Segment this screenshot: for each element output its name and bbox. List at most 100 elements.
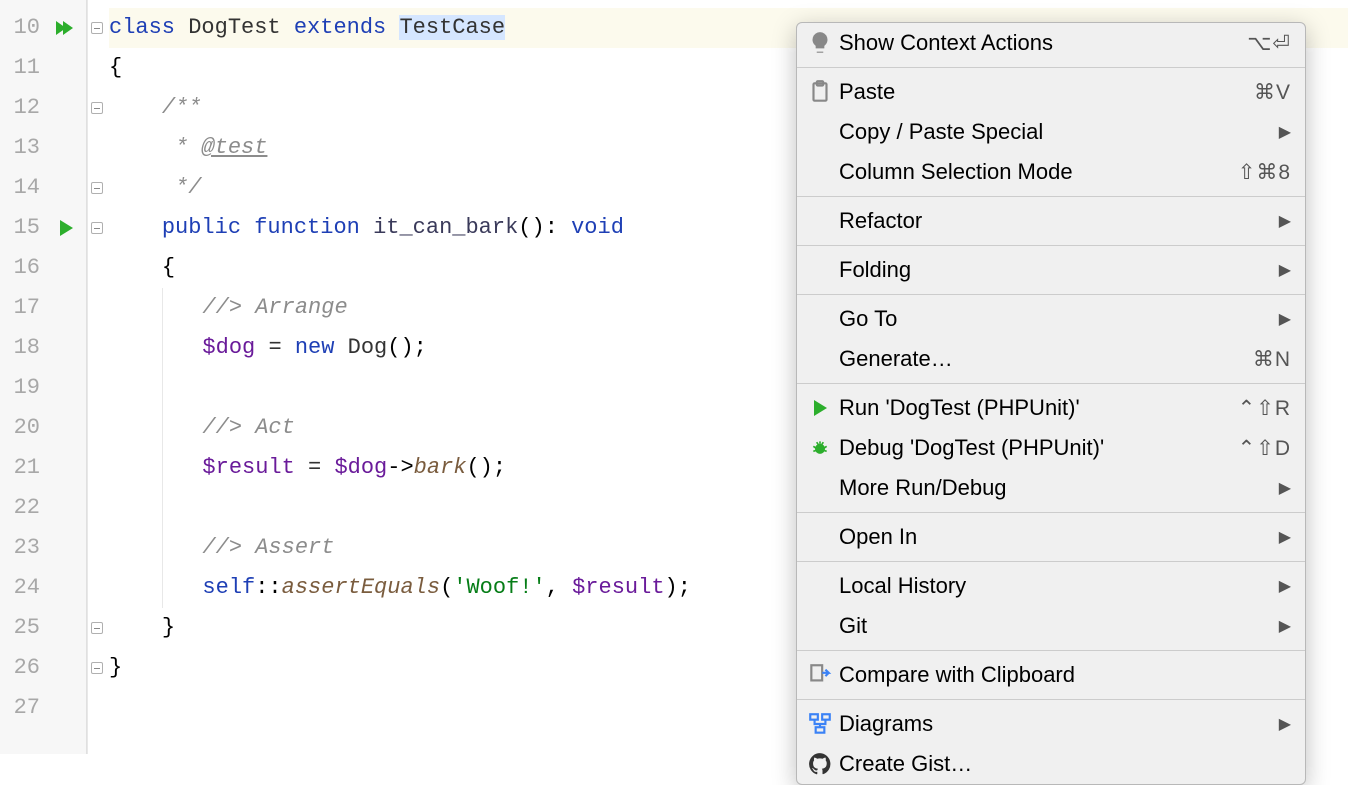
menu-show-context-actions[interactable]: Show Context Actions ⌥⏎: [797, 23, 1305, 63]
run-all-icon[interactable]: [46, 8, 86, 48]
menu-folding[interactable]: Folding ▶: [797, 250, 1305, 290]
doc-comment-start: /**: [162, 95, 202, 120]
menu-label: Open In: [839, 524, 1271, 550]
context-menu: Show Context Actions ⌥⏎ Paste ⌘V Copy / …: [796, 22, 1306, 785]
menu-more-run-debug[interactable]: More Run/Debug ▶: [797, 468, 1305, 508]
fold-toggle[interactable]: [88, 168, 105, 208]
line-number: 17: [0, 288, 40, 328]
fold-toggle[interactable]: [88, 88, 105, 128]
debug-icon: [807, 438, 833, 458]
var-result: $result: [572, 575, 664, 600]
chevron-right-icon: ▶: [1279, 260, 1291, 280]
clipboard-icon: [807, 79, 833, 105]
keyword-self: self: [202, 575, 255, 600]
menu-create-gist[interactable]: Create Gist…: [797, 744, 1305, 784]
line-number: 25: [0, 608, 40, 648]
method-bark: bark: [414, 455, 467, 480]
menu-diagrams[interactable]: Diagrams ▶: [797, 704, 1305, 744]
line-number: 14: [0, 168, 40, 208]
gutter: 10 11 12 13 14 15 16 17 18 19 20 21 22 2…: [0, 0, 87, 754]
return-type: void: [571, 215, 624, 240]
brace: }: [109, 655, 122, 680]
comment-assert: //> Assert: [202, 535, 334, 560]
menu-run-test[interactable]: Run 'DogTest (PHPUnit)' ⌃⇧R: [797, 388, 1305, 428]
line-number: 18: [0, 328, 40, 368]
keyword-extends: extends: [294, 15, 386, 40]
menu-label: Local History: [839, 573, 1271, 599]
run-gutter: [46, 0, 86, 754]
menu-goto[interactable]: Go To ▶: [797, 299, 1305, 339]
menu-separator: [797, 245, 1305, 246]
brace: {: [109, 55, 122, 80]
args: (): [518, 215, 544, 240]
menu-label: Compare with Clipboard: [839, 662, 1291, 688]
menu-shortcut: ⌘V: [1254, 80, 1291, 105]
run-icon: [807, 400, 833, 416]
menu-label: Show Context Actions: [839, 30, 1247, 56]
menu-local-history[interactable]: Local History ▶: [797, 566, 1305, 606]
chevron-right-icon: ▶: [1279, 527, 1291, 547]
menu-open-in[interactable]: Open In ▶: [797, 517, 1305, 557]
line-number: 22: [0, 488, 40, 528]
fold-toggle[interactable]: [88, 8, 105, 48]
chevron-right-icon: ▶: [1279, 616, 1291, 636]
menu-column-selection[interactable]: Column Selection Mode ⇧⌘8: [797, 152, 1305, 192]
menu-label: Git: [839, 613, 1271, 639]
menu-label: Diagrams: [839, 711, 1271, 737]
menu-label: Run 'DogTest (PHPUnit)': [839, 395, 1238, 421]
menu-refactor[interactable]: Refactor ▶: [797, 201, 1305, 241]
method-assert: assertEquals: [282, 575, 440, 600]
line-number: 15: [0, 208, 40, 248]
compare-icon: [807, 662, 833, 688]
menu-label: Create Gist…: [839, 751, 1291, 777]
diagram-icon: [807, 711, 833, 737]
line-number: 11: [0, 48, 40, 88]
chevron-right-icon: ▶: [1279, 714, 1291, 734]
run-test-icon[interactable]: [46, 208, 86, 248]
line-number: 23: [0, 528, 40, 568]
menu-separator: [797, 650, 1305, 651]
line-number: 16: [0, 248, 40, 288]
menu-label: Column Selection Mode: [839, 159, 1238, 185]
menu-label: Refactor: [839, 208, 1271, 234]
menu-paste[interactable]: Paste ⌘V: [797, 72, 1305, 112]
var-dog: $dog: [334, 455, 387, 480]
doc-comment: *: [162, 135, 202, 160]
menu-debug-test[interactable]: Debug 'DogTest (PHPUnit)' ⌃⇧D: [797, 428, 1305, 468]
fold-toggle[interactable]: [88, 208, 105, 248]
line-number: 21: [0, 448, 40, 488]
menu-separator: [797, 383, 1305, 384]
menu-compare-clipboard[interactable]: Compare with Clipboard: [797, 655, 1305, 695]
fold-toggle[interactable]: [88, 608, 105, 648]
line-number: 10: [0, 8, 40, 48]
keyword-public: public: [162, 215, 241, 240]
menu-label: Folding: [839, 257, 1271, 283]
menu-separator: [797, 512, 1305, 513]
line-number-column: 10 11 12 13 14 15 16 17 18 19 20 21 22 2…: [0, 0, 46, 754]
line-number: 12: [0, 88, 40, 128]
line-number: 19: [0, 368, 40, 408]
doc-comment-end: */: [162, 175, 202, 200]
menu-separator: [797, 196, 1305, 197]
menu-separator: [797, 699, 1305, 700]
line-number: 13: [0, 128, 40, 168]
fold-toggle[interactable]: [88, 648, 105, 688]
menu-generate[interactable]: Generate… ⌘N: [797, 339, 1305, 379]
menu-label: Debug 'DogTest (PHPUnit)': [839, 435, 1238, 461]
chevron-right-icon: ▶: [1279, 478, 1291, 498]
menu-label: Generate…: [839, 346, 1253, 372]
menu-git[interactable]: Git ▶: [797, 606, 1305, 646]
comment-act: //> Act: [202, 415, 294, 440]
brace: }: [162, 615, 175, 640]
fold-gutter: [87, 0, 105, 754]
function-name: it_can_bark: [373, 215, 518, 240]
keyword-new: new: [295, 335, 335, 360]
menu-separator: [797, 294, 1305, 295]
base-class: TestCase: [399, 15, 505, 40]
menu-copy-paste-special[interactable]: Copy / Paste Special ▶: [797, 112, 1305, 152]
comment-arrange: //> Arrange: [202, 295, 347, 320]
menu-shortcut: ⇧⌘8: [1238, 160, 1291, 185]
menu-label: Copy / Paste Special: [839, 119, 1271, 145]
line-number: 20: [0, 408, 40, 448]
chevron-right-icon: ▶: [1279, 122, 1291, 142]
